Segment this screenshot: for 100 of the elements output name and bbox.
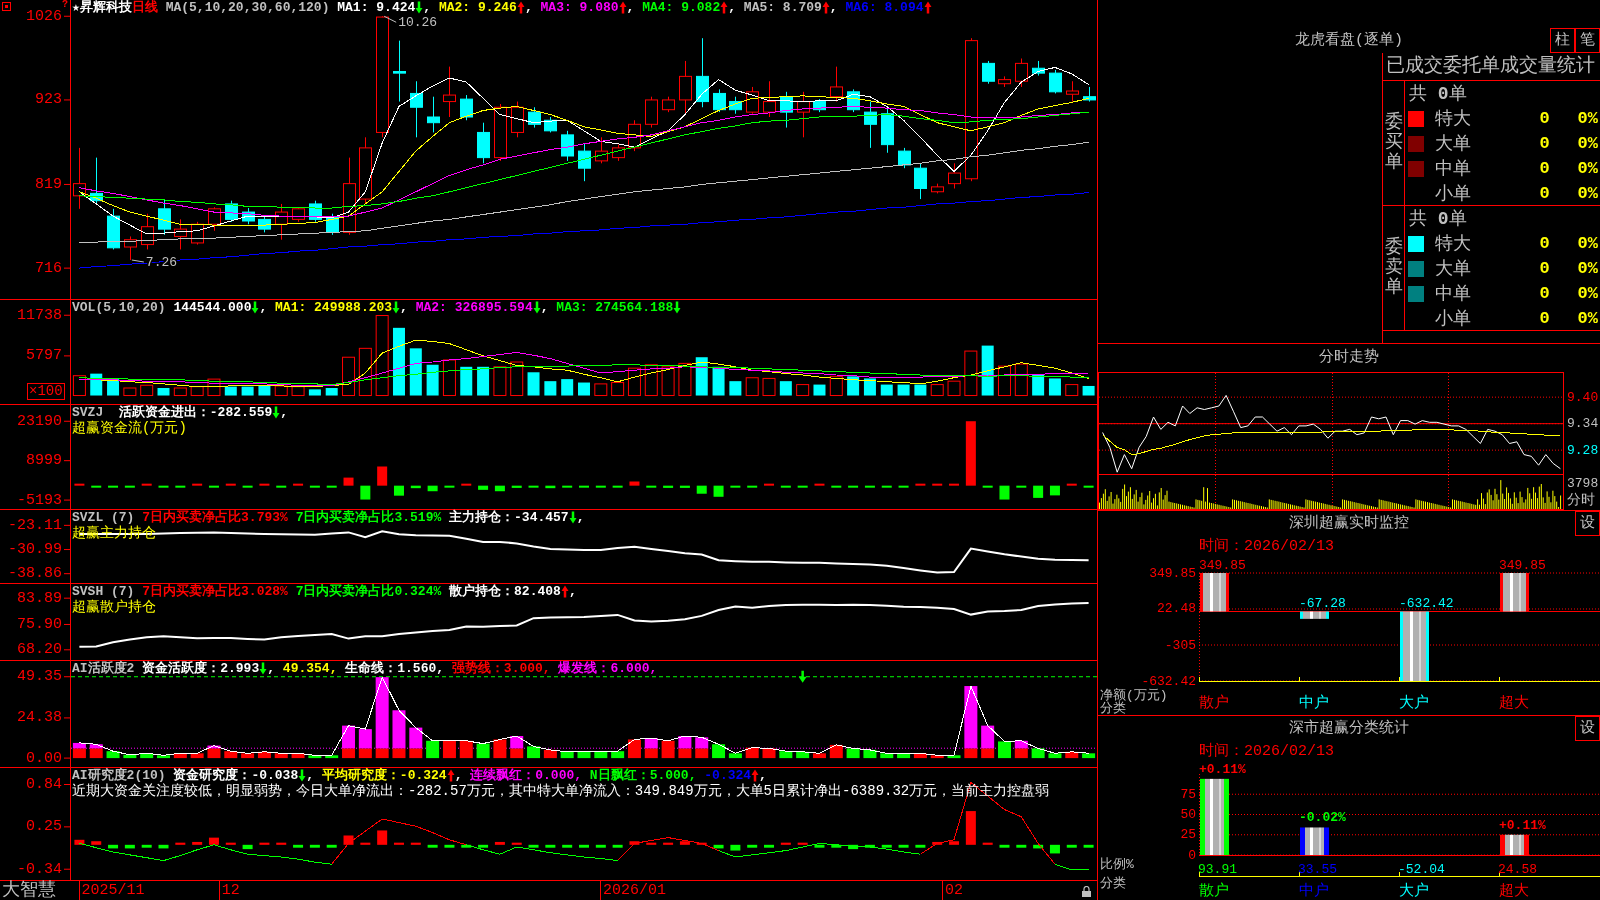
legend-text: 日线 [131,0,158,15]
axis-label: 75.90 [17,615,62,633]
chart-subtitle: 时间：2026/02/13 [1199,742,1334,760]
legend-text: 资金研究度：-0.038 [172,768,299,783]
ratio-value: 24.58 [1498,862,1537,877]
legend-text: 49.354, [281,661,338,676]
legend-text: ★昇辉科技 [72,0,132,15]
legend-text: MA3: 9.080 [539,0,619,15]
axis-label: 83.89 [17,589,62,607]
axis-label: 0.25 [26,818,62,836]
axis-title: 分类 [1100,700,1126,715]
axis-label: 3798 [1567,475,1599,492]
separator-text: , [829,0,838,15]
legend-text: MA4: 9.082 [641,0,721,15]
row-label: 特大 [1435,108,1471,129]
axis-label: 0.00 [26,749,62,767]
axis-label: 22.48 [1157,601,1196,617]
legend-text: 144544.000 [172,300,252,315]
panel-title: 分时走势 [1319,349,1379,367]
separator-text: , [568,584,577,599]
legend-text: 生命线：1.560, [344,661,445,676]
legend-text: 超赢资金流(万元) [72,420,187,437]
annotation: 10.26 [398,14,438,30]
axis-label: 1026 [26,7,62,25]
axis-label: -305 [1164,637,1196,653]
change-label: +0.11% [1499,818,1546,833]
legend-text: VOL(5,10,20) [72,300,166,315]
separator-text: , [576,510,585,525]
order-percent: 0% [1577,108,1598,129]
separator-text: , [524,0,533,15]
order-count: 0 [1539,258,1550,279]
date-label: 2026/01 [602,882,666,899]
separator-text: , [423,0,432,15]
row-label: 特大 [1435,233,1471,254]
data-label: 349.85 [1499,557,1546,573]
ratio-value: 93.91 [1198,862,1237,877]
axis-label: 50 [1180,807,1196,822]
separator-text: , [728,0,737,15]
order-count: 0 [1539,283,1550,304]
legend-text: MA1: 249988.203 [274,300,393,315]
chart-subtitle: 时间：2026/02/13 [1199,537,1334,555]
row-label: 中单 [1435,283,1471,304]
order-count: 0 [1539,308,1550,329]
axis-label: 9.34 [1567,416,1599,432]
axis-label: 923 [35,91,62,109]
order-count: 0 [1539,158,1550,179]
legend-text: MA5: 8.709 [742,0,822,15]
row-label: 大单 [1435,258,1471,279]
legend-text: 活跃资金进出：-282.559 [117,405,273,420]
row-label: 小单 [1435,183,1471,204]
separator-text: , [306,768,315,783]
axis-label: 25 [1180,827,1196,843]
category-label: 超大 [1499,882,1529,900]
category-label: 大户 [1399,694,1429,712]
axis-label: 716 [35,259,62,277]
category-label: 超大 [1499,694,1529,712]
axis-label: 75 [1180,786,1196,802]
date-label: 12 [221,882,240,899]
axis-label: 23190 [17,412,62,430]
category-label: 中户 [1299,882,1329,900]
separator-text: , [454,768,463,783]
separator-text: , [280,405,289,420]
axis-label: 0 [1188,847,1196,863]
separator-text: , [626,0,635,15]
panel-title: 深市超赢分类统计 [1289,718,1409,739]
row-label: 中单 [1435,158,1471,179]
axis-label: 9.28 [1567,442,1599,458]
order-count: 0 [1539,133,1550,154]
data-label: -67.28 [1299,595,1346,611]
legend-text: 7日内买卖净占比3.028% [141,584,288,599]
panel-title: 深圳超赢实时监控 [1289,513,1409,534]
legend-text: MA2: 9.246 [437,0,517,15]
order-count: 0 [1539,183,1550,204]
order-count: 0 [1539,233,1550,254]
axis-label: 68.20 [17,641,62,659]
row-label: 小单 [1435,308,1471,329]
separator-text: , [540,300,549,315]
date-label: 02 [945,882,964,899]
axis-label: 11738 [17,306,62,324]
axis-label: -632.42 [1141,673,1196,689]
question-mark: ? [62,0,68,10]
legend-text: MA6: 8.094 [844,0,924,15]
axis-label: 24.38 [17,709,62,727]
order-total: 共 0单 [1409,83,1467,104]
legend-text: MA3: 274564.188 [555,300,674,315]
axis-label: 9.40 [1567,389,1599,405]
price-annotation: 10.26 [383,14,438,30]
legend-text: SVZL (7) [72,510,135,525]
axis-label: -23.11 [8,516,62,534]
axis-title: 分类 [1100,875,1126,891]
order-count: 0 [1539,108,1550,129]
legend-text: MA2: 326895.594 [414,300,533,315]
order-percent: 0% [1577,183,1598,204]
order-percent: 0% [1577,133,1598,154]
legend-text: AI研究度2(10) [72,768,166,783]
category-label: 大户 [1399,882,1429,900]
order-percent: 0% [1577,283,1598,304]
axis-label: 0.84 [26,776,62,793]
legend-text: 超赢散户持仓 [72,599,156,616]
legend-text: -0.324 [703,768,752,783]
